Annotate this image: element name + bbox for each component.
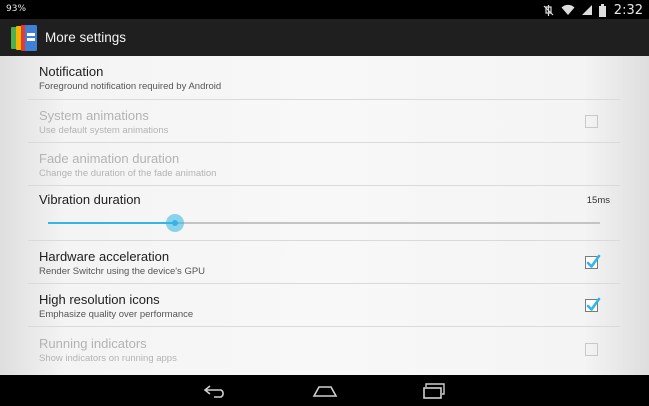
action-bar: More settings — [0, 19, 649, 56]
back-icon[interactable] — [195, 380, 235, 402]
checkmark-icon — [586, 254, 601, 268]
setting-summary: Show indicators on running apps — [39, 353, 177, 364]
system-animations-checkbox[interactable] — [585, 115, 598, 128]
navigation-bar — [0, 375, 649, 406]
hardware-acceleration-checkbox[interactable] — [585, 254, 601, 269]
setting-vibration-duration[interactable]: Vibration duration 15ms — [28, 186, 620, 241]
setting-running-indicators[interactable]: Running indicators Show indicators on ru… — [28, 327, 620, 372]
setting-title: Running indicators — [39, 336, 147, 351]
setting-title: High resolution icons — [39, 292, 160, 307]
page-title: More settings — [45, 30, 127, 45]
recents-icon[interactable] — [415, 380, 455, 402]
slider-fill — [48, 222, 175, 224]
setting-title: Fade animation duration — [39, 151, 180, 166]
status-icons: 2:32 — [542, 1, 643, 19]
status-bar: 93% 2:32 — [0, 0, 649, 19]
setting-hardware-acceleration[interactable]: Hardware acceleration Render Switchr usi… — [28, 241, 620, 284]
setting-summary: Change the duration of the fade animatio… — [39, 168, 217, 179]
high-resolution-icons-checkbox[interactable] — [585, 297, 601, 312]
setting-title: Vibration duration — [39, 192, 141, 207]
home-icon[interactable] — [305, 380, 345, 402]
vibration-value: 15ms — [586, 195, 610, 206]
slider-thumb[interactable] — [166, 214, 184, 232]
running-indicators-checkbox[interactable] — [585, 343, 598, 356]
setting-summary: Foreground notification required by Andr… — [39, 81, 222, 92]
setting-title: Hardware acceleration — [39, 249, 170, 264]
setting-system-animations[interactable]: System animations Use default system ani… — [28, 100, 620, 143]
battery-icon — [598, 3, 606, 17]
setting-notification[interactable]: Notification Foreground notification req… — [28, 56, 620, 100]
wifi-icon — [561, 4, 575, 16]
signal-icon — [581, 4, 593, 16]
setting-summary: Emphasize quality over performance — [39, 309, 194, 320]
setting-summary: Render Switchr using the device's GPU — [39, 266, 206, 277]
setting-fade-animation-duration[interactable]: Fade animation duration Change the durat… — [28, 143, 620, 186]
settings-list[interactable]: Notification Foreground notification req… — [0, 56, 649, 375]
checkmark-icon — [586, 297, 601, 311]
battery-percentage: 93% — [6, 4, 27, 14]
setting-title: System animations — [39, 108, 149, 123]
clock: 2:32 — [613, 2, 643, 18]
setting-high-resolution-icons[interactable]: High resolution icons Emphasize quality … — [28, 284, 620, 327]
setting-summary: Use default system animations — [39, 125, 169, 136]
setting-title: Notification — [39, 64, 104, 79]
vibration-slider[interactable] — [48, 214, 600, 232]
mute-icon — [542, 4, 555, 17]
switchr-app-icon[interactable] — [10, 24, 38, 52]
